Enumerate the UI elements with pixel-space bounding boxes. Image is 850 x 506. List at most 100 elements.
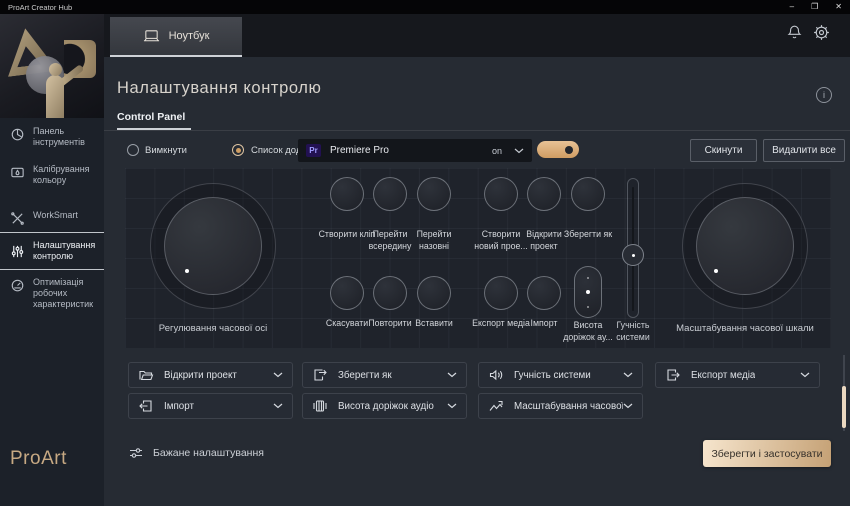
sidebar-item-worksmart[interactable]: WorkSmart — [0, 210, 104, 226]
app-select-dropdown[interactable]: Pr Premiere Pro on — [298, 139, 532, 162]
reset-button[interactable]: Скинути — [690, 139, 757, 162]
assignment-label: Гучність системи — [514, 370, 591, 381]
chevron-down-icon — [623, 372, 633, 378]
assignment-dropdown-track-height[interactable]: Висота доріжок аудіо — [302, 393, 467, 419]
dial-mapping-panel: Регулювання часової осі Створити кліп Пе… — [125, 168, 831, 348]
save-as-icon — [312, 367, 328, 383]
preferred-settings-label: Бажане налаштування — [153, 447, 264, 459]
sidebar: Панель інструментів Калібрування кольору… — [0, 14, 104, 506]
chevron-down-icon — [623, 403, 633, 409]
volume-slider-knob[interactable] — [622, 244, 644, 266]
sidebar-item-performance[interactable]: Оптимізація робочих характеристик — [0, 277, 104, 310]
timeline-zoom-icon — [488, 398, 504, 414]
preferred-settings-link[interactable]: Бажане налаштування — [128, 443, 264, 463]
assignment-label: Висота доріжок аудіо — [338, 401, 434, 412]
export-icon — [665, 367, 681, 383]
track-height-icon — [312, 398, 328, 414]
laptop-icon — [143, 29, 160, 43]
button-create-clip[interactable] — [330, 177, 364, 211]
assignment-label: Масштабування часової шкали — [514, 401, 623, 412]
left-dial-knob[interactable] — [164, 197, 262, 295]
chevron-down-icon — [502, 148, 524, 154]
sidebar-item-label: Калібрування кольору — [33, 164, 98, 186]
dashboard-icon — [10, 126, 25, 142]
chevron-down-icon — [273, 403, 283, 409]
assignment-label: Зберегти як — [338, 370, 392, 381]
assignment-dropdown-timeline-zoom[interactable]: Масштабування часової шкали — [478, 393, 643, 419]
save-and-apply-button[interactable]: Зберегти і застосувати — [703, 440, 831, 467]
control-settings-icon — [10, 243, 25, 259]
preferences-sliders-icon — [128, 445, 144, 461]
sidebar-item-color-calibration[interactable]: Калібрування кольору — [0, 164, 104, 186]
import-icon — [138, 398, 154, 414]
button-import[interactable] — [527, 276, 561, 310]
sidebar-item-label: Панель інструментів — [33, 126, 98, 148]
brand-artwork — [0, 14, 104, 118]
folder-open-icon — [138, 367, 154, 383]
color-calibration-icon — [10, 164, 25, 180]
track-height-slider[interactable] — [574, 266, 602, 318]
radio-app-list[interactable] — [232, 144, 244, 156]
radio-disable[interactable] — [127, 144, 139, 156]
proart-logo: ProArt — [10, 448, 67, 470]
radio-disable-label[interactable]: Вимкнути — [145, 145, 187, 156]
titlebar: ProArt Creator Hub – ❐ ✕ — [0, 0, 850, 14]
close-button[interactable]: ✕ — [835, 0, 842, 14]
button-step-out[interactable] — [417, 177, 451, 211]
assignment-dropdown-open-project[interactable]: Відкрити проект — [128, 362, 293, 388]
button-new-project[interactable] — [484, 177, 518, 211]
settings-gear-icon[interactable] — [812, 23, 831, 42]
performance-icon — [10, 277, 25, 293]
assignment-dropdown-system-volume[interactable]: Гучність системи — [478, 362, 643, 388]
sidebar-item-label: Оптимізація робочих характеристик — [33, 277, 98, 310]
right-dial-label: Масштабування часової шкали — [660, 323, 830, 334]
volume-slider-label: Гучність системи — [603, 320, 663, 343]
chevron-down-icon — [447, 372, 457, 378]
proart-creator-hub-window: ProArt Creator Hub – ❐ ✕ Панель інструме… — [0, 0, 850, 506]
assignment-dropdown-export-media[interactable]: Експорт медіа — [655, 362, 820, 388]
button-label: Перейти назовні — [405, 229, 463, 252]
app-enable-toggle[interactable] — [537, 141, 579, 158]
sidebar-item-control-settings[interactable]: Налаштування контролю — [0, 232, 104, 270]
chevron-down-icon — [273, 372, 283, 378]
tab-laptop-label: Ноутбук — [169, 30, 210, 42]
button-open-project[interactable] — [527, 177, 561, 211]
info-icon[interactable]: i — [816, 87, 832, 103]
chevron-down-icon — [800, 372, 810, 378]
button-undo[interactable] — [330, 276, 364, 310]
premiere-pro-icon: Pr — [306, 144, 321, 157]
chevron-down-icon — [447, 403, 457, 409]
left-dial-indicator — [185, 269, 189, 273]
assignment-dropdown-save-as[interactable]: Зберегти як — [302, 362, 467, 388]
worksmart-icon — [10, 210, 25, 226]
assignment-label: Імпорт — [164, 401, 194, 412]
assignment-dropdown-import[interactable]: Імпорт — [128, 393, 293, 419]
button-save-as[interactable] — [571, 177, 605, 211]
tab-laptop[interactable]: Ноутбук — [110, 17, 242, 57]
window-controls: – ❐ ✕ — [790, 0, 842, 14]
button-step-into[interactable] — [373, 177, 407, 211]
window-title: ProArt Creator Hub — [8, 3, 72, 12]
figure-shape — [46, 75, 64, 118]
app-state-label: on — [492, 146, 502, 156]
assignment-label: Відкрити проект — [164, 370, 237, 381]
right-dial-knob[interactable] — [696, 197, 794, 295]
button-redo[interactable] — [373, 276, 407, 310]
right-dial-indicator — [714, 269, 718, 273]
minimize-button[interactable]: – — [790, 0, 794, 14]
scrollbar-thumb[interactable] — [842, 386, 846, 428]
content-area: Налаштування контролю i Control Panel Ви… — [104, 57, 850, 506]
button-export-media[interactable] — [484, 276, 518, 310]
button-paste[interactable] — [417, 276, 451, 310]
left-dial-label: Регулювання часової осі — [133, 323, 293, 334]
maximize-button[interactable]: ❐ — [811, 0, 818, 14]
sidebar-item-dashboard[interactable]: Панель інструментів — [0, 126, 104, 148]
delete-all-button[interactable]: Видалити все — [763, 139, 845, 162]
tab-control-panel[interactable]: Control Panel — [117, 111, 185, 123]
sidebar-item-label: Налаштування контролю — [33, 240, 98, 262]
volume-icon — [488, 367, 504, 383]
assignment-label: Експорт медіа — [691, 370, 755, 381]
button-label: Вставити — [405, 318, 463, 330]
notifications-bell-icon[interactable] — [786, 24, 803, 41]
top-tab-bar: Ноутбук — [104, 14, 850, 57]
